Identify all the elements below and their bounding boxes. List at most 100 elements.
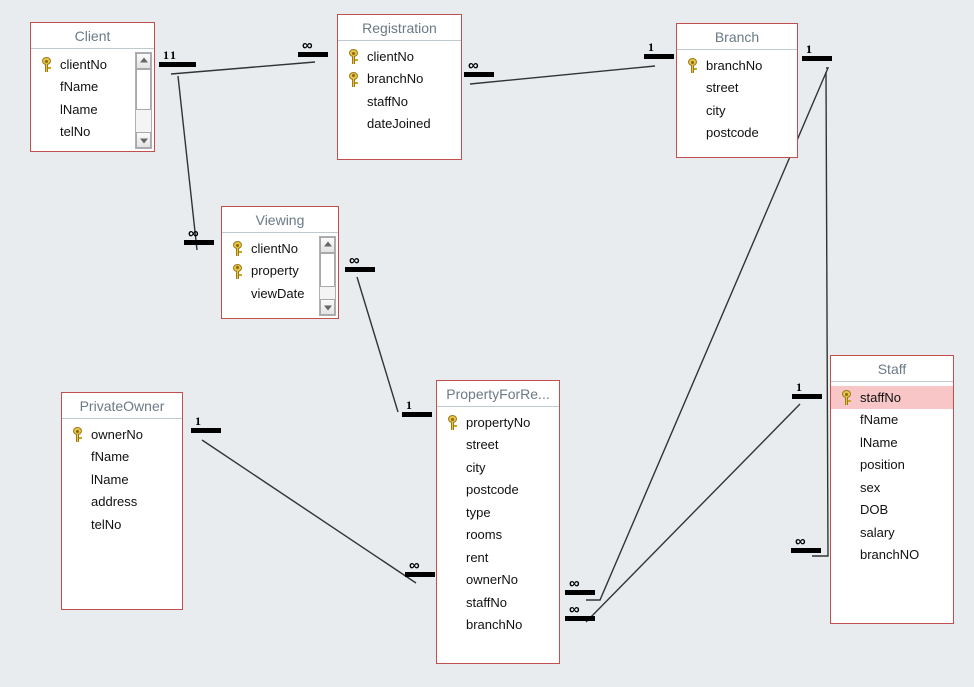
field-row-staff-position[interactable]: position bbox=[831, 454, 953, 477]
field-row-propertyforrent-branchNo[interactable]: branchNo bbox=[437, 614, 559, 637]
field-row-staff-DOB[interactable]: DOB bbox=[831, 499, 953, 522]
relationship-line-branch-staff[interactable] bbox=[812, 71, 829, 557]
cardinality-bar bbox=[802, 56, 832, 61]
table-fieldlist-privateowner: ownerNo fName lName address telNo bbox=[62, 419, 182, 540]
cardinality-bar bbox=[464, 72, 494, 77]
cardinality-label: ∞ bbox=[468, 57, 479, 74]
cardinality-bar bbox=[402, 412, 432, 417]
scroll-up-arrow-icon[interactable] bbox=[320, 237, 335, 253]
field-row-propertyforrent-staffNo[interactable]: staffNo bbox=[437, 591, 559, 614]
field-icon-spacer bbox=[683, 125, 703, 141]
table-title-privateowner[interactable]: PrivateOwner bbox=[62, 393, 182, 419]
field-row-branch-branchNo[interactable]: branchNo bbox=[677, 54, 797, 77]
scrollbar-thumb[interactable] bbox=[320, 253, 335, 287]
table-box-viewing[interactable]: Viewing clientNo property viewDate bbox=[221, 206, 339, 319]
cardinality-bar bbox=[345, 267, 375, 272]
cardinality-marker-branch-propertyforrent-to: ∞ bbox=[563, 576, 597, 595]
field-label: lName bbox=[60, 101, 98, 117]
primary-key-icon bbox=[683, 57, 703, 74]
field-label: branchNo bbox=[706, 57, 763, 73]
cardinality-label: 1 bbox=[806, 42, 812, 56]
field-row-registration-dateJoined[interactable]: dateJoined bbox=[338, 113, 461, 136]
field-row-privateowner-telNo[interactable]: telNo bbox=[62, 513, 182, 536]
table-box-privateowner[interactable]: PrivateOwner ownerNo fName lName address telN… bbox=[61, 392, 183, 610]
field-label: city bbox=[466, 459, 486, 475]
field-icon-spacer bbox=[443, 572, 463, 588]
table-box-client[interactable]: Client clientNo fName lName telNo bbox=[30, 22, 155, 152]
field-row-privateowner-lName[interactable]: lName bbox=[62, 468, 182, 491]
field-label: street bbox=[706, 80, 739, 96]
field-label: ownerNo bbox=[466, 572, 519, 588]
field-row-staff-sex[interactable]: sex bbox=[831, 476, 953, 499]
field-label: DOB bbox=[860, 502, 889, 518]
field-icon-spacer bbox=[837, 502, 857, 518]
field-row-propertyforrent-city[interactable]: city bbox=[437, 456, 559, 479]
field-row-privateowner-ownerNo[interactable]: ownerNo bbox=[62, 423, 182, 446]
field-row-registration-staffNo[interactable]: staffNo bbox=[338, 90, 461, 113]
field-row-privateowner-address[interactable]: address bbox=[62, 491, 182, 514]
field-row-propertyforrent-rooms[interactable]: rooms bbox=[437, 524, 559, 547]
scroll-down-arrow-icon[interactable] bbox=[136, 132, 151, 148]
table-title-staff[interactable]: Staff bbox=[831, 356, 953, 382]
scrollbar-track[interactable] bbox=[136, 109, 151, 132]
table-title-branch[interactable]: Branch bbox=[677, 24, 797, 50]
field-row-propertyforrent-propertyNo[interactable]: propertyNo bbox=[437, 411, 559, 434]
cardinality-marker-branch-staff-to: ∞ bbox=[789, 534, 823, 553]
table-title-propertyforrent[interactable]: PropertyForRe... bbox=[437, 381, 559, 407]
table-box-registration[interactable]: Registration clientNo branchNo staffNo dateJ… bbox=[337, 14, 462, 160]
cardinality-label: ∞ bbox=[302, 37, 313, 54]
cardinality-label: 1 bbox=[796, 380, 802, 394]
field-row-branch-street[interactable]: street bbox=[677, 77, 797, 100]
field-icon-spacer bbox=[68, 471, 88, 487]
field-row-branch-city[interactable]: city bbox=[677, 99, 797, 122]
table-scrollbar-viewing[interactable] bbox=[319, 236, 336, 316]
field-icon-spacer bbox=[837, 457, 857, 473]
relationship-line-privateowner-propertyforrent[interactable] bbox=[201, 439, 417, 584]
relationship-line-client-registration[interactable] bbox=[170, 61, 316, 75]
table-title-registration[interactable]: Registration bbox=[338, 15, 461, 41]
field-label: fName bbox=[91, 449, 130, 465]
table-title-client[interactable]: Client bbox=[31, 23, 154, 49]
scroll-down-arrow-icon[interactable] bbox=[320, 299, 335, 315]
field-icon-spacer bbox=[68, 494, 88, 510]
field-icon-spacer bbox=[837, 434, 857, 450]
field-row-propertyforrent-postcode[interactable]: postcode bbox=[437, 479, 559, 502]
relationship-line-propertyforrent-staff[interactable] bbox=[585, 403, 801, 623]
field-row-staff-lName[interactable]: lName bbox=[831, 431, 953, 454]
cardinality-label: 1 bbox=[170, 48, 176, 62]
field-row-propertyforrent-rent[interactable]: rent bbox=[437, 546, 559, 569]
field-row-privateowner-fName[interactable]: fName bbox=[62, 446, 182, 469]
field-row-staff-salary[interactable]: salary bbox=[831, 521, 953, 544]
field-row-propertyforrent-ownerNo[interactable]: ownerNo bbox=[437, 569, 559, 592]
cardinality-marker-registration-branch-from: ∞ bbox=[462, 57, 496, 77]
field-icon-spacer bbox=[37, 101, 57, 117]
field-row-registration-clientNo[interactable]: clientNo bbox=[338, 45, 461, 68]
field-row-staff-fName[interactable]: fName bbox=[831, 409, 953, 432]
field-row-registration-branchNo[interactable]: branchNo bbox=[338, 68, 461, 91]
field-icon-spacer bbox=[683, 102, 703, 118]
relationship-line-client-viewing[interactable] bbox=[177, 75, 198, 251]
table-box-propertyforrent[interactable]: PropertyForRe... propertyNo street city post… bbox=[436, 380, 560, 664]
relationship-line-viewing-propertyforrent[interactable] bbox=[356, 276, 399, 413]
field-icon-spacer bbox=[837, 524, 857, 540]
field-row-branch-postcode[interactable]: postcode bbox=[677, 122, 797, 145]
field-row-propertyforrent-street[interactable]: street bbox=[437, 434, 559, 457]
primary-key-icon bbox=[68, 426, 88, 443]
cardinality-marker-propertyforrent-staff-from: ∞ bbox=[563, 602, 597, 621]
field-row-staff-branchNO[interactable]: branchNO bbox=[831, 544, 953, 567]
relationship-line-registration-branch[interactable] bbox=[469, 65, 656, 85]
field-row-propertyforrent-type[interactable]: type bbox=[437, 501, 559, 524]
table-scrollbar-client[interactable] bbox=[135, 52, 152, 149]
table-title-viewing[interactable]: Viewing bbox=[222, 207, 338, 233]
primary-key-icon bbox=[837, 389, 857, 406]
field-row-staff-staffNo[interactable]: staffNo bbox=[831, 386, 953, 409]
primary-key-icon bbox=[443, 414, 463, 431]
table-box-branch[interactable]: Branch branchNo street city postcode bbox=[676, 23, 798, 158]
field-icon-spacer bbox=[344, 116, 364, 132]
relationships-canvas[interactable]: Client clientNo fName lName telNo Registratio… bbox=[0, 0, 974, 687]
cardinality-bar bbox=[791, 548, 821, 553]
scroll-up-arrow-icon[interactable] bbox=[136, 53, 151, 69]
scrollbar-track[interactable] bbox=[320, 286, 335, 299]
table-box-staff[interactable]: Staff staffNo fName lName position sex DOB sala… bbox=[830, 355, 954, 624]
scrollbar-thumb[interactable] bbox=[136, 69, 151, 110]
